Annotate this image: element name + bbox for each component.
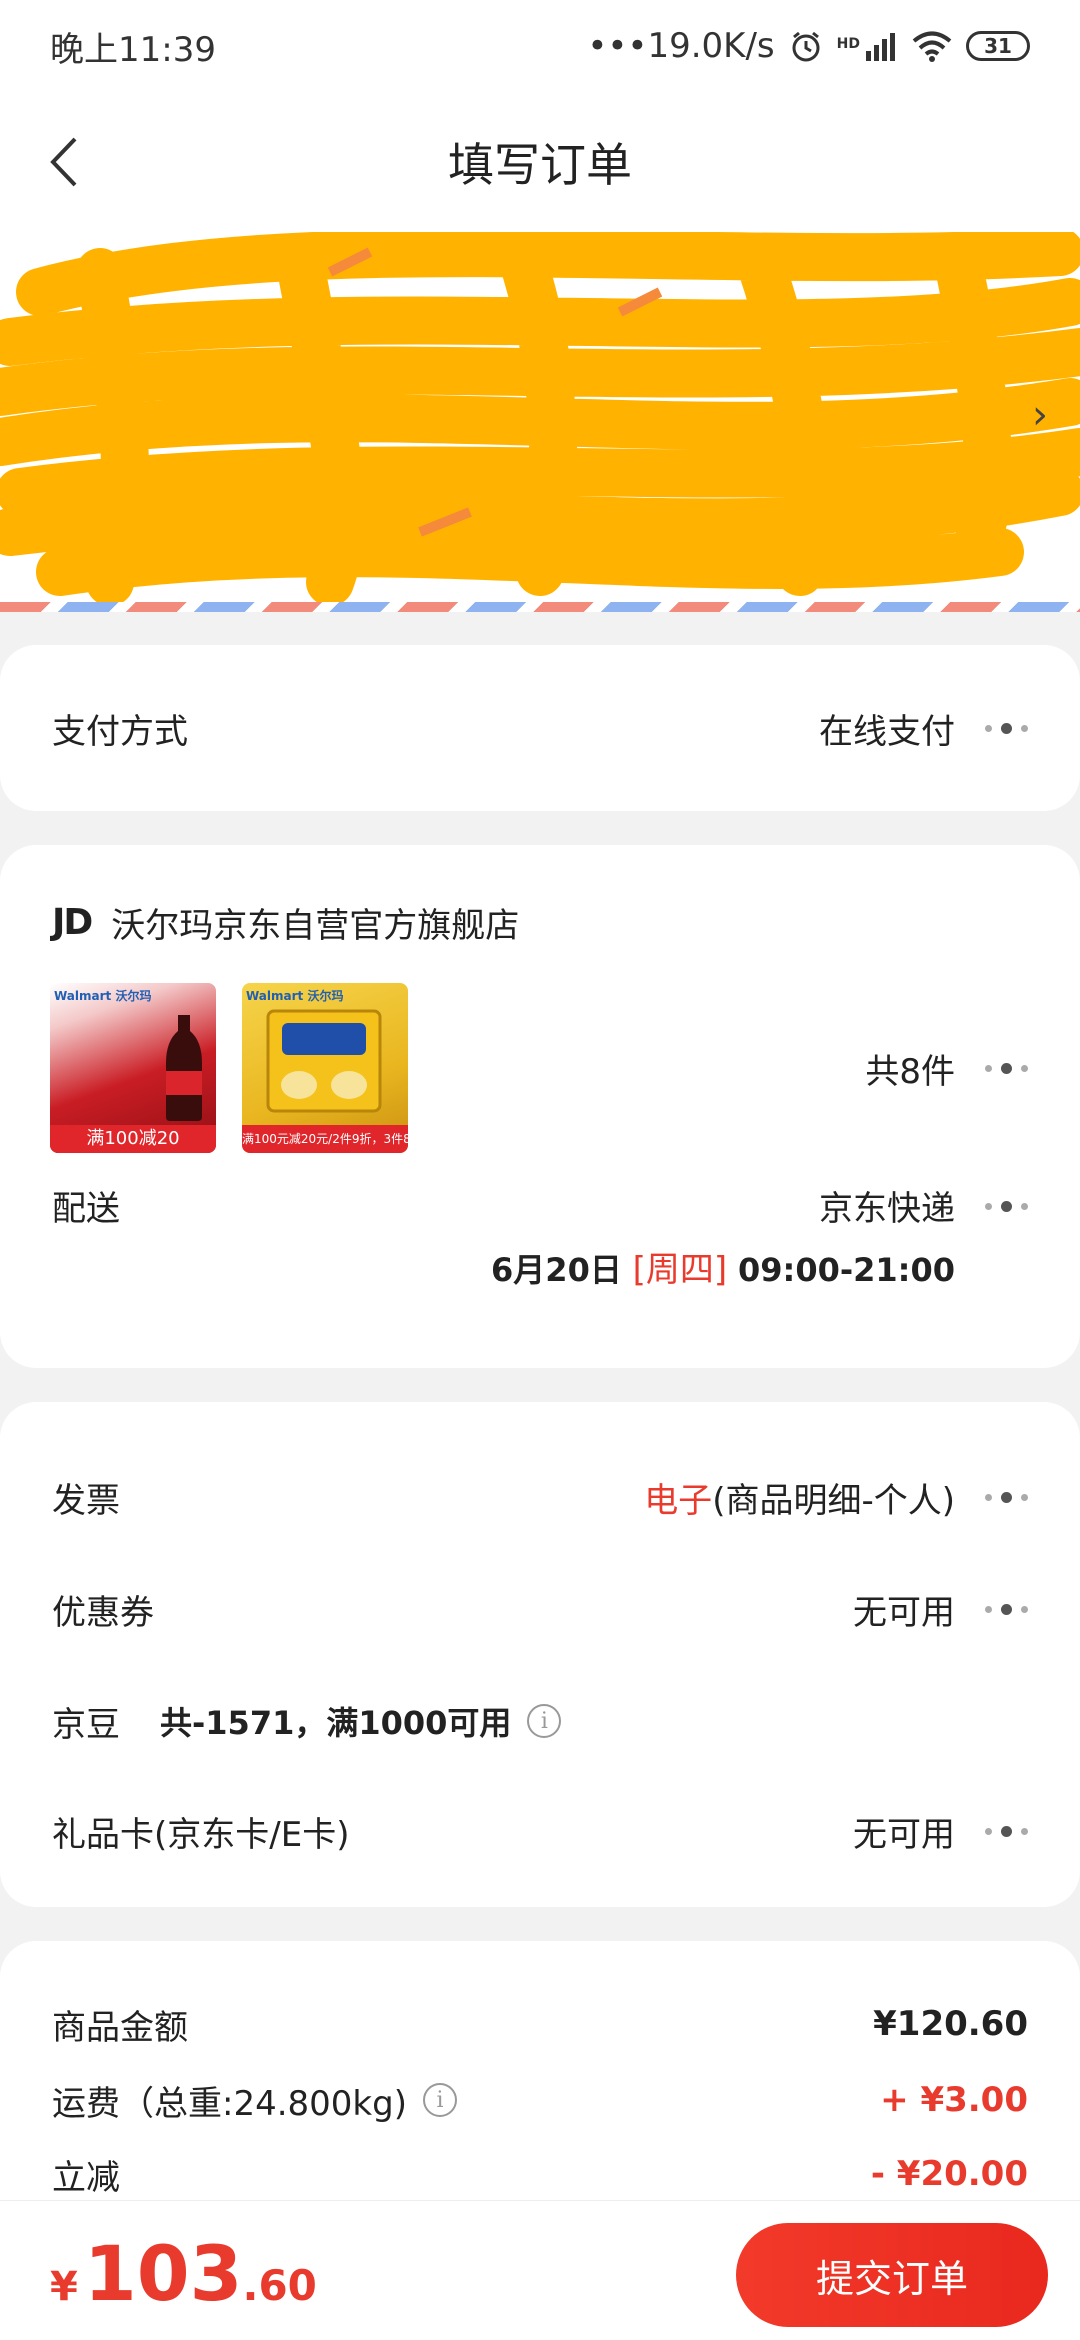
cracker-box-icon [266,1009,382,1113]
freight-row: 运费（总重:24.800kg) i + ¥3.00 [52,2073,1028,2127]
discount-row: 立减 - ¥20.00 [52,2147,1028,2201]
freight-value: + ¥3.00 [880,2080,1028,2120]
signal-icon [866,33,895,61]
more-icon [985,1603,1028,1615]
currency-symbol: ¥ [50,2264,78,2310]
status-time: 晚上11:39 [50,29,216,70]
info-icon[interactable]: i [527,1704,562,1738]
payment-label: 支付方式 [52,711,188,752]
store-header: JD 沃尔玛京东自营官方旗舰店 [52,895,1028,949]
back-button[interactable] [34,132,94,192]
payment-card[interactable]: 支付方式 在线支付 [0,645,1080,811]
total-decimal: .60 [242,2261,317,2310]
item-count-row[interactable]: 共8件 [700,1041,1028,1095]
extras-card: 发票 电子 (商品明细-个人) 优惠券 无可用 京豆 共-1571，满1000可… [0,1402,1080,1907]
coupon-label: 优惠券 [52,1592,154,1633]
order-total: ¥ 103 .60 [50,2229,317,2318]
delivery-time-slot: 6月20日 [周四] 09:00-21:00 [491,1242,955,1291]
store-name: 沃尔玛京东自营官方旗舰店 [111,905,520,946]
promo-band: 满100减20 [50,1125,216,1153]
coupon-row[interactable]: 优惠券 无可用 [52,1582,1028,1636]
more-icon [985,722,1028,734]
goods-value: ¥120.60 [873,2004,1028,2044]
status-bar: 晚上11:39 •••19.0K/s HD 31 [0,0,1080,92]
address-chevron-icon: › [1032,392,1048,438]
bottom-bar: ¥ 103 .60 提交订单 [0,2200,1080,2340]
product-brand: Walmart 沃尔玛 [246,989,344,1003]
giftcard-label: 礼品卡(京东卡/E卡) [52,1814,350,1855]
coupon-value: 无可用 [853,1592,955,1633]
delivery-date: 6月20日 [491,1251,622,1289]
shipping-label: 配送 [52,1189,120,1229]
info-icon[interactable]: i [422,2083,457,2117]
alarm-icon [792,31,820,62]
product-thumbnail[interactable]: Walmart 沃尔玛 满100减20 [50,983,216,1153]
giftcard-row[interactable]: 礼品卡(京东卡/E卡) 无可用 [52,1804,1028,1858]
battery-icon: 31 [966,31,1030,61]
beans-label: 京豆 [52,1704,120,1745]
delivery-time: 09:00-21:00 [738,1251,955,1289]
delivery-weekday: [周四] [632,1250,728,1290]
total-integer: 103 [83,2229,243,2318]
hd-label: HD [836,36,860,52]
freight-label: 运费（总重:24.800kg) [52,2083,407,2124]
goods-amount-row: 商品金额 ¥120.60 [52,1997,1028,2051]
item-count: 共8件 [865,1051,955,1092]
chevron-left-icon [50,137,77,187]
more-icon [985,1201,1028,1212]
cola-bottle-icon [166,1015,202,1121]
more-icon [985,1825,1028,1837]
promo-band: 满100元减20元/2件9折，3件8折 [242,1125,408,1153]
payment-row[interactable]: 支付方式 在线支付 [52,701,1028,755]
discount-value: - ¥20.00 [870,2154,1028,2194]
goods-label: 商品金额 [52,2007,188,2048]
address-section[interactable]: › [0,232,1080,602]
invoice-detail: (商品明细-个人) [712,1480,955,1521]
shipping-method: 京东快递 [819,1189,955,1229]
payment-value: 在线支付 [819,711,955,752]
discount-label: 立减 [52,2157,120,2198]
jd-logo: JD [52,901,93,943]
network-speed: •••19.0K/s [587,26,775,66]
giftcard-value: 无可用 [853,1814,955,1855]
store-card: JD 沃尔玛京东自营官方旗舰店 Walmart 沃尔玛 满100减20 Walm… [0,845,1080,1368]
product-brand: Walmart 沃尔玛 [54,989,152,1003]
submit-order-button[interactable]: 提交订单 [736,2223,1048,2327]
more-icon [985,1491,1028,1503]
redaction-scribble [0,232,1080,602]
invoice-type: 电子 [644,1480,713,1521]
product-thumbnail[interactable]: Walmart 沃尔玛 满100元减20元/2件9折，3件8折 [242,983,408,1153]
summary-card: 商品金额 ¥120.60 运费（总重:24.800kg) i + ¥3.00 立… [0,1941,1080,2241]
airmail-divider [0,602,1080,612]
status-icons: •••19.0K/s HD 31 [587,26,1030,66]
invoice-label: 发票 [52,1480,120,1521]
beans-row: 京豆 共-1571，满1000可用 i [52,1694,1028,1748]
shipping-row[interactable]: 配送 京东快递 6月20日 [周四] 09:00-21:00 [52,1181,1028,1290]
beans-detail: 共-1571，满1000可用 [160,1704,512,1742]
more-icon [985,1062,1028,1074]
page-title: 填写订单 [448,138,632,192]
wifi-icon [912,31,952,62]
invoice-row[interactable]: 发票 电子 (商品明细-个人) [52,1470,1028,1524]
nav-bar: 填写订单 [0,92,1080,232]
